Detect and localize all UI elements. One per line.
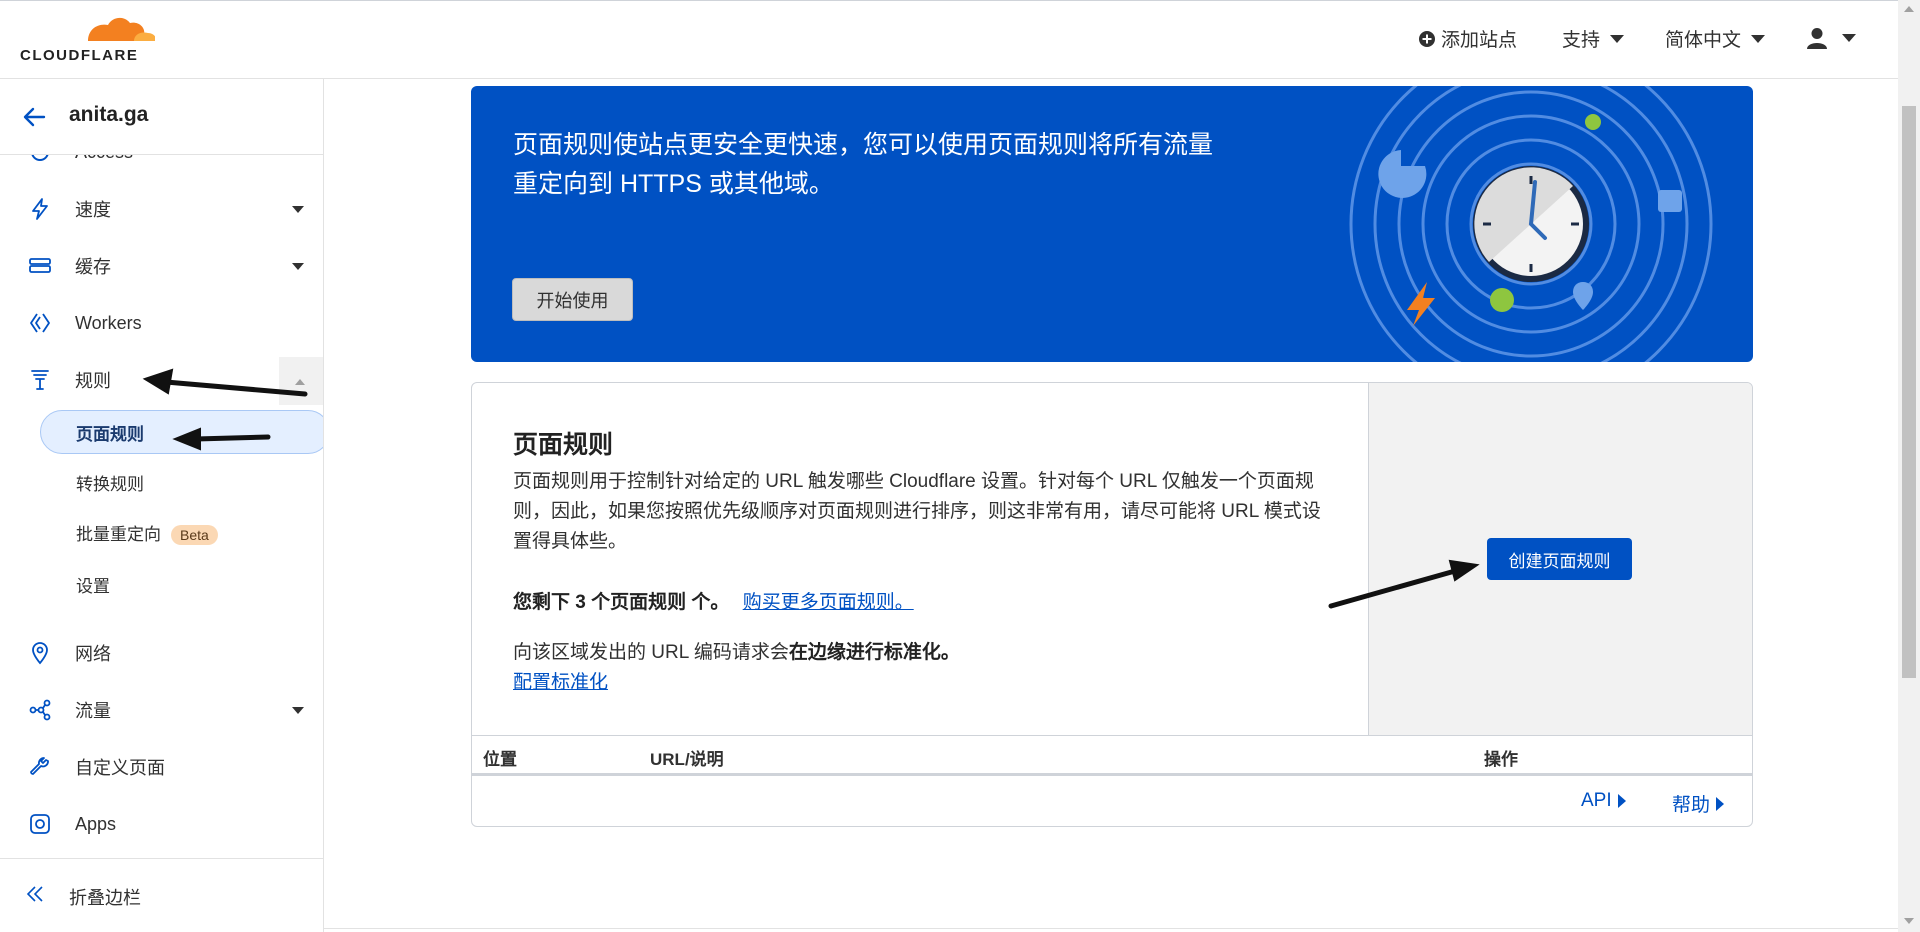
sidebar-item-label: 网络 (75, 644, 111, 664)
sidebar-item-label: 规则 (75, 371, 111, 391)
page-rules-card: 页面规则 页面规则用于控制针对给定的 URL 触发哪些 Cloudflare 设… (471, 382, 1753, 827)
logo-wordmark: CLOUDFLARE (20, 47, 139, 64)
chevron-down-icon (292, 262, 304, 270)
banner-text-line: 页面规则使站点更安全更快速，您可以使用页面规则将所有流量 (513, 131, 1214, 159)
sidebar-item-apps[interactable]: Apps (0, 799, 323, 849)
zone-header: anita.ga (0, 79, 323, 155)
collapse-sidebar-label: 折叠边栏 (69, 888, 141, 908)
scroll-down-icon[interactable] (1904, 918, 1914, 924)
collapse-sidebar-button[interactable]: 折叠边栏 (0, 858, 323, 932)
funnel-icon (31, 370, 49, 390)
sidebar-item-label: 自定义页面 (75, 758, 165, 778)
sidebar-item-custom-pages[interactable]: 自定义页面 (0, 742, 323, 792)
configure-normalization-link[interactable]: 配置标准化 (513, 667, 608, 694)
sidebar-subitem-page-rules[interactable]: 页面规则 (76, 420, 144, 445)
arrow-left-icon[interactable] (22, 105, 46, 129)
banner-text: 页面规则使站点更安全更快速，您可以使用页面规则将所有流量 重定向到 HTTPS … (513, 126, 1233, 204)
zone-name: anita.ga (69, 103, 149, 126)
rules-remaining: 您剩下 3 个页面规则 个。 购买更多页面规则。 (513, 587, 914, 614)
rules-remaining-text: 您剩下 3 个页面规则 个。 (513, 592, 730, 613)
cloud-logo-icon (88, 17, 155, 41)
add-site-label: 添加站点 (1441, 30, 1518, 51)
sidebar-subitem-transform-rules[interactable]: 转换规则 (76, 470, 144, 495)
support-menu[interactable]: 支持 (1562, 25, 1625, 52)
normalization-text: 向该区域发出的 URL 编码请求会 (513, 642, 789, 663)
chevron-down-icon (292, 706, 304, 714)
cloudflare-logo[interactable]: CLOUDFLARE (20, 13, 155, 65)
page-scrollbar[interactable] (1898, 0, 1920, 932)
lightning-icon (32, 198, 48, 220)
create-page-rule-button[interactable]: 创建页面规则 (1487, 538, 1632, 580)
sidebar-subitem-settings[interactable]: 设置 (76, 572, 110, 597)
apps-icon (30, 814, 50, 834)
chevron-down-icon (1751, 34, 1766, 43)
chevron-down-icon (1842, 34, 1856, 42)
double-chevron-left-icon (26, 886, 43, 902)
storage-icon (29, 258, 51, 273)
card-footer: API 帮助 (472, 776, 1752, 826)
sidebar-item-rules[interactable]: 规则 (0, 355, 323, 405)
api-link-label: API (1581, 790, 1612, 811)
banner-text-line: 重定向到 HTTPS 或其他域。 (513, 170, 834, 198)
sidebar-item-label: 缓存 (75, 257, 111, 277)
column-header: URL/说明 (650, 750, 724, 769)
sidebar-subitem-bulk-redirects[interactable]: 批量重定向 Beta (76, 520, 218, 545)
sidebar-item-traffic[interactable]: 流量 (0, 685, 323, 735)
sidebar-item-label: 流量 (75, 701, 111, 721)
scroll-up-icon[interactable] (1904, 6, 1914, 12)
sidebar-item-cache[interactable]: 缓存 (0, 241, 323, 291)
language-label: 简体中文 (1665, 30, 1742, 51)
sidebar-item-speed[interactable]: 速度 (0, 184, 323, 234)
caret-right-icon (1716, 796, 1725, 811)
chevron-down-icon (292, 205, 304, 213)
api-link[interactable]: API (1581, 790, 1626, 812)
get-started-button[interactable]: 开始使用 (512, 278, 633, 321)
card-description: 页面规则用于控制针对给定的 URL 触发哪些 Cloudflare 设置。针对每… (513, 471, 1321, 552)
sidebar-item-label: 速度 (75, 200, 111, 220)
sidebar-item-label: Apps (75, 813, 117, 834)
support-label: 支持 (1562, 30, 1601, 51)
page-rules-banner: 页面规则使站点更安全更快速，您可以使用页面规则将所有流量 重定向到 HTTPS … (471, 86, 1753, 362)
user-menu[interactable] (1806, 27, 1856, 49)
plus-circle-icon (1419, 30, 1435, 47)
traffic-nodes-icon (29, 699, 51, 721)
top-header: CLOUDFLARE 添加站点 支持 简体中文 (0, 0, 1898, 79)
sidebar-item-network[interactable]: 网络 (0, 628, 323, 678)
rules-table-header: 位置 URL/说明 操作 (472, 735, 1752, 776)
user-icon (1807, 28, 1827, 49)
wrench-icon (30, 757, 49, 775)
location-pin-icon (32, 642, 48, 665)
buy-more-link[interactable]: 购买更多页面规则。 (743, 592, 914, 613)
sidebar-item-label: 批量重定向 (76, 525, 161, 544)
language-menu[interactable]: 简体中文 (1665, 25, 1766, 52)
normalization-bold: 在边缘进行标准化。 (788, 642, 960, 663)
normalization-note: 向该区域发出的 URL 编码请求会在边缘进行标准化。 (513, 637, 960, 664)
sidebar: Access anita.ga 速度 缓存 Workers 规则 页面规则 转换… (0, 79, 324, 932)
help-link[interactable]: 帮助 (1672, 790, 1725, 817)
sidebar-item-workers[interactable]: Workers (0, 298, 323, 348)
card-title: 页面规则 (513, 431, 614, 459)
help-link-label: 帮助 (1672, 795, 1711, 816)
scrollbar-thumb[interactable] (1902, 106, 1916, 678)
bottom-divider (324, 928, 1898, 929)
caret-right-icon (1617, 794, 1626, 808)
workers-icon (30, 313, 50, 333)
column-header: 操作 (1484, 750, 1518, 769)
chevron-down-icon (1610, 34, 1625, 43)
add-site-button[interactable]: 添加站点 (1419, 25, 1517, 52)
sidebar-item-label: Workers (75, 312, 142, 333)
column-header: 位置 (483, 750, 517, 769)
beta-badge: Beta (171, 525, 218, 545)
clock-illustration-icon (1349, 86, 1713, 362)
